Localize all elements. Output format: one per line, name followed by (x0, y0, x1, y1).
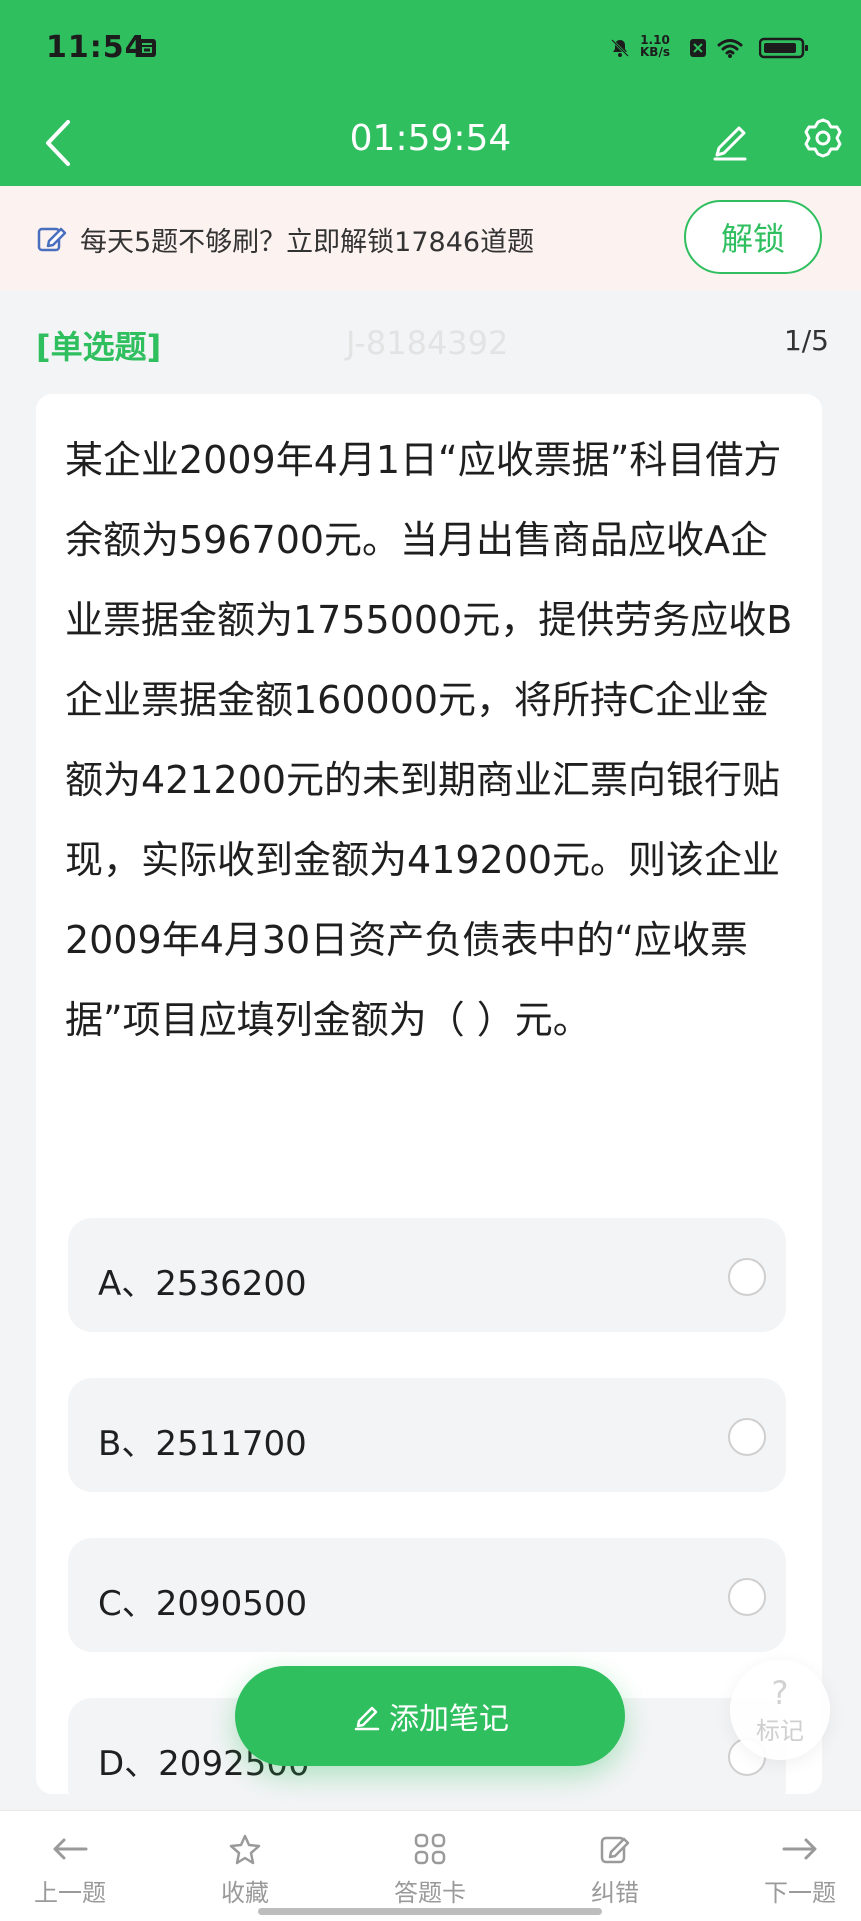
option-a[interactable]: A、2536200 (68, 1218, 786, 1332)
right-arrow-icon (730, 1827, 861, 1871)
question-progress: 1/5 (783, 324, 829, 357)
report-error-label: 纠错 (591, 1879, 639, 1907)
left-arrow-icon (0, 1827, 140, 1871)
unlock-banner-text: 每天5题不够刷？立即解锁17846道题 (80, 227, 535, 258)
favorite-button[interactable]: 收藏 (175, 1827, 315, 1917)
pencil-icon (713, 126, 747, 161)
previous-question-button[interactable]: 上一题 (0, 1827, 140, 1917)
status-time: 11:54 (46, 30, 147, 65)
question-stem: 某企业2009年4月1日“应收票据”科目借方余额为596700元。当月出售商品应… (65, 438, 793, 1042)
wifi-icon (716, 34, 744, 62)
radio-icon (728, 1258, 766, 1296)
radio-icon (728, 1418, 766, 1456)
network-speed: 1.10 KB/s (640, 33, 670, 59)
option-label: C、2090500 (98, 1584, 308, 1624)
battery-icon (758, 34, 810, 62)
option-b[interactable]: B、2511700 (68, 1378, 786, 1492)
bottom-navigation: 上一题 收藏 答题卡 纠错 下一题 (0, 1810, 861, 1921)
next-question-button[interactable]: 下一题 (730, 1827, 861, 1917)
mark-label: 标记 (756, 1716, 804, 1745)
question-meta: [单选题] J-8184392 1/5 (0, 300, 861, 380)
option-label: A、2536200 (98, 1264, 307, 1304)
question-mark-icon: ? (771, 1673, 789, 1712)
mark-button[interactable]: ? 标记 (730, 1660, 830, 1760)
option-label: B、2511700 (98, 1424, 307, 1464)
next-question-label: 下一题 (764, 1879, 836, 1907)
edit-icon (545, 1827, 685, 1871)
report-error-button[interactable]: 纠错 (545, 1827, 685, 1917)
radio-icon (728, 1578, 766, 1616)
previous-question-label: 上一题 (34, 1879, 106, 1907)
question-type: [单选题] (36, 328, 162, 366)
status-bar: 11:54 1.10 KB/s (0, 0, 861, 100)
unlock-banner: 每天5题不够刷？立即解锁17846道题 解锁 (0, 186, 861, 290)
home-indicator[interactable] (258, 1908, 602, 1915)
gear-icon (804, 118, 842, 158)
settings-button[interactable] (799, 114, 847, 162)
add-note-button[interactable]: 添加笔记 (235, 1666, 625, 1766)
add-note-label: 添加笔记 (389, 1702, 509, 1737)
top-navigation-bar: 01:59:54 (0, 100, 861, 186)
edit-button[interactable] (705, 116, 753, 164)
answer-card-button[interactable]: 答题卡 (360, 1827, 500, 1917)
grid-icon (360, 1827, 500, 1871)
unlock-button[interactable]: 解锁 (684, 200, 822, 274)
favorite-label: 收藏 (221, 1879, 269, 1907)
pencil-icon (354, 1706, 380, 1731)
star-icon (175, 1827, 315, 1871)
question-watermark: J-8184392 (346, 324, 509, 362)
bell-mute-icon (606, 34, 634, 62)
sim-x-icon (684, 34, 712, 62)
edit-note-icon (36, 222, 68, 254)
option-c[interactable]: C、2090500 (68, 1538, 786, 1652)
answer-card-label: 答题卡 (394, 1879, 466, 1907)
notification-box-icon (133, 34, 161, 62)
